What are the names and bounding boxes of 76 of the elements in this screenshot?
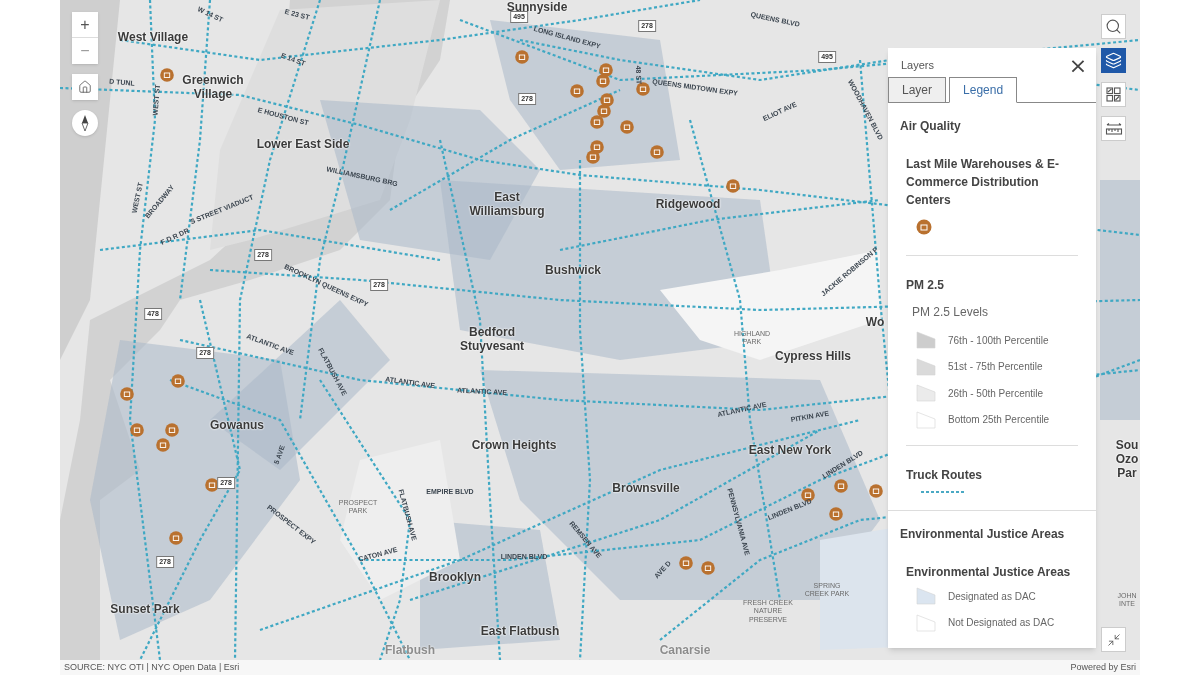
layers-icon [1105,52,1122,69]
place-label: Sunset Park [110,603,180,617]
warehouse-marker-icon[interactable] [165,423,179,437]
legend-group-title: Environmental Justice Areas [899,526,1066,543]
warehouse-marker-icon[interactable] [600,93,614,107]
compass-icon [80,114,90,132]
legend-layer-title: PM 2.5 [906,277,945,294]
warehouse-marker-icon[interactable] [160,68,174,82]
collapse-icon [1106,632,1121,647]
warehouse-marker-icon[interactable] [596,74,610,88]
warehouse-marker-icon[interactable] [726,179,740,193]
place-label: Lower East Side [256,138,350,152]
place-label: Crown Heights [471,439,557,453]
place-label: Cypress Hills [775,350,851,364]
warehouse-marker-icon[interactable] [205,478,219,492]
home-icon [78,80,92,94]
legend-subtitle: PM 2.5 Levels [911,304,990,321]
grid-icon [1105,86,1122,103]
warehouse-marker-icon[interactable] [130,423,144,437]
place-label: Bedford Stuyvesant [459,326,525,354]
legend-label: 51st - 75th Percentile [948,360,1043,375]
zoom-in-button[interactable]: + [72,12,98,38]
search-button[interactable] [1101,14,1126,39]
search-icon [1105,18,1122,35]
place-label: Brooklyn [429,571,481,585]
home-button[interactable] [72,74,98,100]
panel-tab[interactable]: Legend [949,77,1018,103]
legend-label: Not Designated as DAC [948,616,1055,631]
place-label: East Williamsburg [468,191,546,219]
powered-by-link[interactable]: Powered by Esri [1070,660,1136,675]
warehouse-marker-icon [916,219,932,235]
place-label: Gowanus [210,419,264,433]
warehouse-marker-icon[interactable] [515,50,529,64]
legend-layer-title: Environmental Justice Areas [906,564,1072,581]
warehouse-marker-icon[interactable] [169,531,183,545]
warehouse-marker-icon[interactable] [650,145,664,159]
warehouse-marker-icon[interactable] [171,374,185,388]
measure-button[interactable] [1101,116,1126,141]
place-label: East Flatbush [480,625,560,639]
basemap-gallery-button[interactable] [1101,82,1126,107]
panel-title: Layers [901,58,935,74]
warehouse-marker-icon[interactable] [570,84,584,98]
warehouse-marker-icon[interactable] [599,63,613,77]
attribution-text: SOURCE: NYC OTI | NYC Open Data | Esri [64,660,240,674]
legend-label: Bottom 25th Percentile [948,413,1050,428]
collapse-button[interactable] [1101,627,1126,652]
warehouse-marker-icon[interactable] [679,556,693,570]
legend-layer-title: Truck Routes [906,467,984,484]
place-label: Canarsie [659,642,711,659]
place-label: Flatbush [385,642,435,659]
warehouse-marker-icon[interactable] [597,104,611,118]
legend-label: 26th - 50th Percentile [948,386,1044,401]
legend-group-title: Air Quality [899,118,962,135]
legend-layer-title: Last Mile Warehouses & E-Commerce Distribution Centers [906,156,1060,209]
warehouse-marker-icon[interactable] [829,507,843,521]
place-label: Sou Ozo Par [1115,439,1139,481]
warehouse-marker-icon[interactable] [834,479,848,493]
place-label: Ridgewood [655,198,721,212]
warehouse-marker-icon[interactable] [586,150,600,164]
place-label: West Village [117,31,189,45]
panel-tab[interactable]: Layer [888,77,947,102]
warehouse-marker-icon[interactable] [156,438,170,452]
layers-button[interactable] [1101,48,1126,73]
place-label: Greenwich Village [181,74,245,102]
close-button[interactable]: × [1068,55,1088,76]
warehouse-marker-icon[interactable] [620,120,634,134]
warehouse-marker-icon[interactable] [701,561,715,575]
warehouse-marker-icon[interactable] [869,484,883,498]
warehouse-marker-icon[interactable] [590,115,604,129]
warehouse-marker-icon[interactable] [120,387,134,401]
ruler-icon [1104,120,1123,137]
place-label: Wo [865,316,885,330]
place-label: Bushwick [545,264,601,278]
legend-label: 76th - 100th Percentile [948,333,1049,348]
legend-label: Designated as DAC [948,589,1036,604]
warehouse-marker-icon[interactable] [636,82,650,96]
